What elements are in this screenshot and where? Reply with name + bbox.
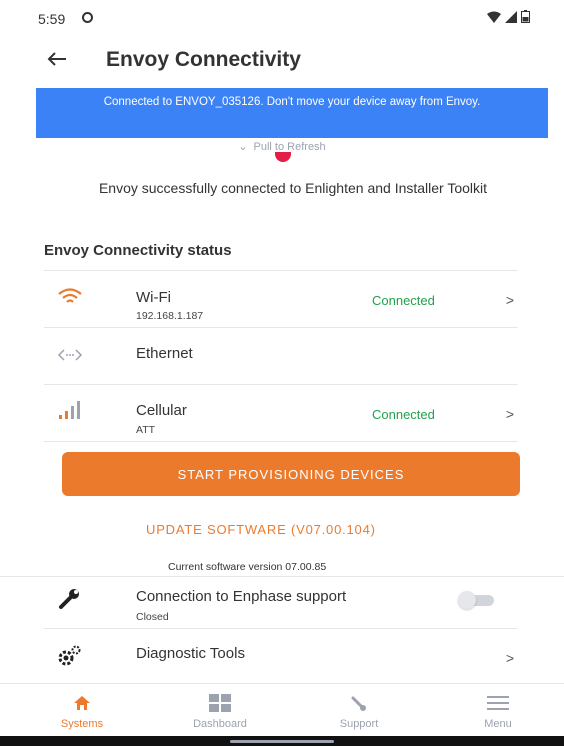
- update-software-link[interactable]: UPDATE SOFTWARE (V07.00.104): [146, 522, 376, 537]
- support-status: Closed: [136, 611, 169, 623]
- hamburger-menu-icon: [438, 692, 558, 714]
- nav-menu[interactable]: Menu: [438, 684, 558, 734]
- ethernet-row[interactable]: Ethernet: [44, 328, 518, 384]
- nav-label: Support: [339, 718, 379, 730]
- signal-status-icon: [505, 10, 517, 23]
- ethernet-icon: [50, 345, 90, 365]
- chevron-right-icon: >: [505, 406, 514, 422]
- connection-message: Envoy successfully connected to Enlighte…: [98, 180, 488, 196]
- nav-label: Menu: [484, 718, 512, 730]
- nav-dashboard[interactable]: Dashboard: [160, 684, 280, 734]
- bottom-nav: Systems Dashboard Support Menu: [0, 684, 564, 736]
- chevrons-down-icon: ⌄: [238, 141, 248, 153]
- cellular-label: Cellular: [136, 402, 187, 419]
- battery-icon: [521, 10, 530, 23]
- system-icons: [487, 10, 530, 23]
- connection-banner: Connected to ENVOY_035126. Don't move yo…: [36, 88, 548, 138]
- cellular-signal-icon: [50, 399, 90, 421]
- support-row: Connection to Enphase support Closed: [44, 577, 518, 629]
- nav-label: Dashboard: [193, 718, 247, 730]
- diagnostic-tools-label: Diagnostic Tools: [136, 645, 245, 662]
- wrench-icon: [299, 692, 419, 714]
- nav-systems[interactable]: Systems: [22, 684, 142, 734]
- start-provisioning-button[interactable]: START PROVISIONING DEVICES: [62, 452, 520, 496]
- wrench-icon: [50, 587, 90, 611]
- home-gesture-handle[interactable]: [230, 740, 334, 743]
- dashboard-icon: [160, 692, 280, 714]
- back-button[interactable]: [42, 44, 72, 74]
- wifi-ip: 192.168.1.187: [136, 310, 204, 322]
- toggle-thumb: [458, 591, 476, 609]
- refresh-spinner-icon: [275, 152, 291, 162]
- current-version: Current software version 07.00.85: [168, 561, 327, 573]
- status-bar: 5:59: [0, 0, 564, 34]
- nav-label: Systems: [60, 718, 104, 730]
- notification-icon: [82, 12, 93, 23]
- app-bar: Envoy Connectivity: [0, 38, 564, 82]
- wifi-status: Connected: [372, 293, 435, 308]
- back-arrow-icon: [47, 52, 66, 66]
- gears-icon: [50, 643, 90, 667]
- chevron-right-icon: >: [505, 650, 514, 666]
- wifi-status-icon: [487, 11, 501, 23]
- page-title: Envoy Connectivity: [106, 48, 301, 71]
- chevron-right-icon: >: [505, 292, 514, 308]
- cellular-status: Connected: [372, 407, 435, 422]
- diagnostic-tools-row[interactable]: Diagnostic Tools >: [44, 629, 518, 683]
- cellular-carrier: ATT: [136, 424, 156, 436]
- divider: [44, 441, 518, 442]
- status-time: 5:59: [38, 11, 66, 27]
- cellular-row[interactable]: Cellular ATT Connected >: [44, 385, 518, 441]
- support-label: Connection to Enphase support: [136, 588, 347, 605]
- wifi-row[interactable]: Wi-Fi 192.168.1.187 Connected >: [44, 271, 518, 327]
- section-title: Envoy Connectivity status: [44, 242, 232, 259]
- wifi-label: Wi-Fi: [136, 289, 171, 306]
- ethernet-label: Ethernet: [136, 345, 193, 362]
- home-icon: [22, 692, 142, 714]
- wifi-icon: [50, 287, 90, 307]
- support-toggle[interactable]: [458, 591, 498, 609]
- nav-support[interactable]: Support: [299, 684, 419, 734]
